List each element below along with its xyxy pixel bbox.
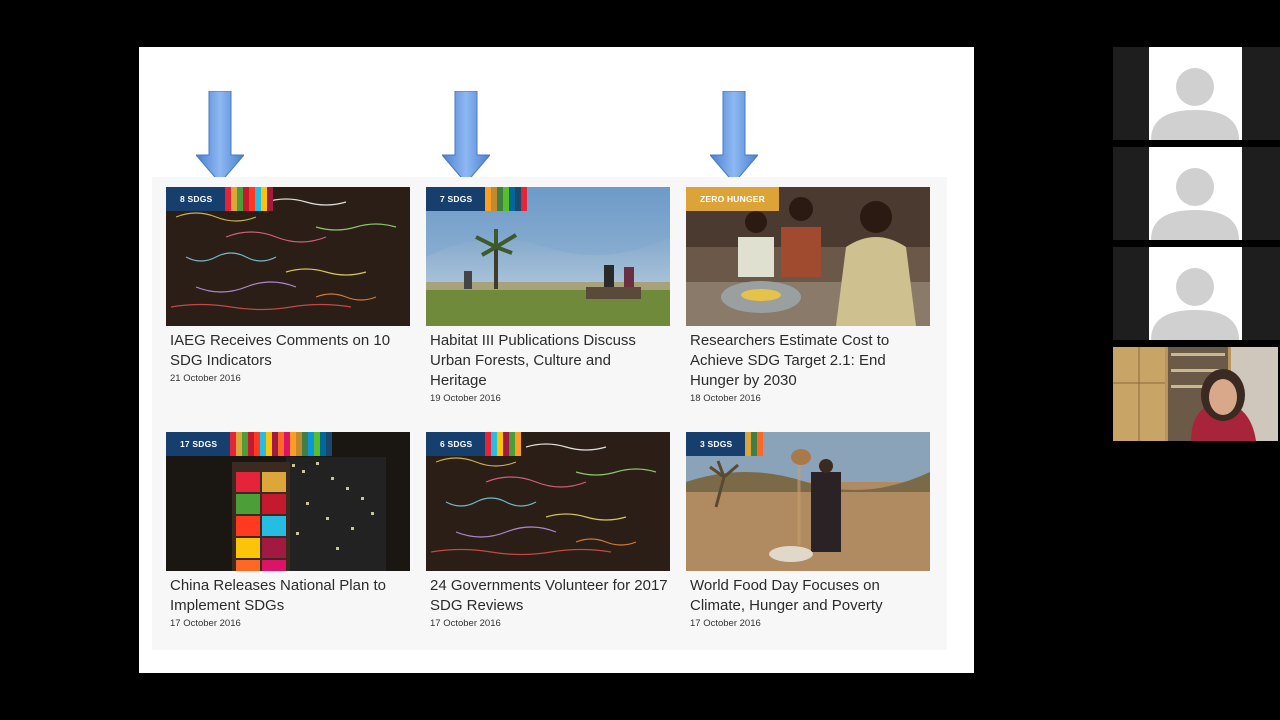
news-card[interactable]: 8 SDGS IAEG Receives Comments on 10 SDG … [166,187,410,384]
participant-tile[interactable] [1113,147,1280,240]
participant-tile[interactable] [1113,47,1280,140]
news-card[interactable]: 17 SDGS China Releases National Plan to … [166,432,410,629]
sdg-color-bars [485,187,528,211]
card-date: 17 October 2016 [430,618,501,629]
card-thumbnail[interactable]: 6 SDGS [426,432,670,571]
card-thumbnail[interactable]: 3 SDGS [686,432,930,571]
card-date: 19 October 2016 [430,393,501,404]
card-title[interactable]: IAEG Receives Comments on 10 SDG Indicat… [170,331,410,371]
avatar-placeholder-icon [1151,68,1239,140]
card-thumbnail[interactable]: 7 SDGS [426,187,670,326]
down-arrow-2 [442,91,490,183]
card-title[interactable]: Habitat III Publications Discuss Urban F… [430,331,670,391]
card-date: 21 October 2016 [170,373,241,384]
sdg-color-bars [745,432,764,456]
down-arrow-3 [710,91,758,183]
speaker-video-feed [1113,347,1278,441]
card-title[interactable]: World Food Day Focuses on Climate, Hunge… [690,576,930,616]
card-date: 17 October 2016 [690,618,761,629]
sdg-color-bars [230,432,333,456]
avatar-placeholder-icon [1151,168,1239,240]
sdg-badge: ZERO HUNGER [686,187,780,211]
news-card[interactable]: 6 SDGS 24 Governments Volunteer for 2017… [426,432,670,629]
card-title[interactable]: Researchers Estimate Cost to Achieve SDG… [690,331,930,391]
news-card[interactable]: 3 SDGS World Food Day Focuses on Climate… [686,432,930,629]
sdg-badge: 6 SDGS [426,432,522,456]
speaker-video-tile[interactable] [1113,347,1278,441]
down-arrow-1 [196,91,244,183]
card-title[interactable]: China Releases National Plan to Implemen… [170,576,410,616]
participant-tile[interactable] [1113,247,1280,340]
news-grid: 8 SDGS IAEG Receives Comments on 10 SDG … [152,177,947,650]
card-date: 17 October 2016 [170,618,241,629]
card-thumbnail[interactable]: 17 SDGS [166,432,410,571]
card-thumbnail[interactable]: ZERO HUNGER [686,187,930,326]
avatar-placeholder-icon [1151,268,1239,340]
sdg-badge: 3 SDGS [686,432,764,456]
sdg-badge: 17 SDGS [166,432,333,456]
news-card[interactable]: 7 SDGS Habitat III Publications Discuss … [426,187,670,404]
card-title[interactable]: 24 Governments Volunteer for 2017 SDG Re… [430,576,670,616]
sdg-color-bars [485,432,522,456]
card-date: 18 October 2016 [690,393,761,404]
card-thumbnail[interactable]: 8 SDGS [166,187,410,326]
news-card[interactable]: ZERO HUNGER Researchers Estimate Cost to… [686,187,930,404]
sdg-color-bars [225,187,274,211]
sdg-badge: 8 SDGS [166,187,274,211]
presentation-slide: 8 SDGS IAEG Receives Comments on 10 SDG … [139,47,974,673]
sdg-badge: 7 SDGS [426,187,528,211]
